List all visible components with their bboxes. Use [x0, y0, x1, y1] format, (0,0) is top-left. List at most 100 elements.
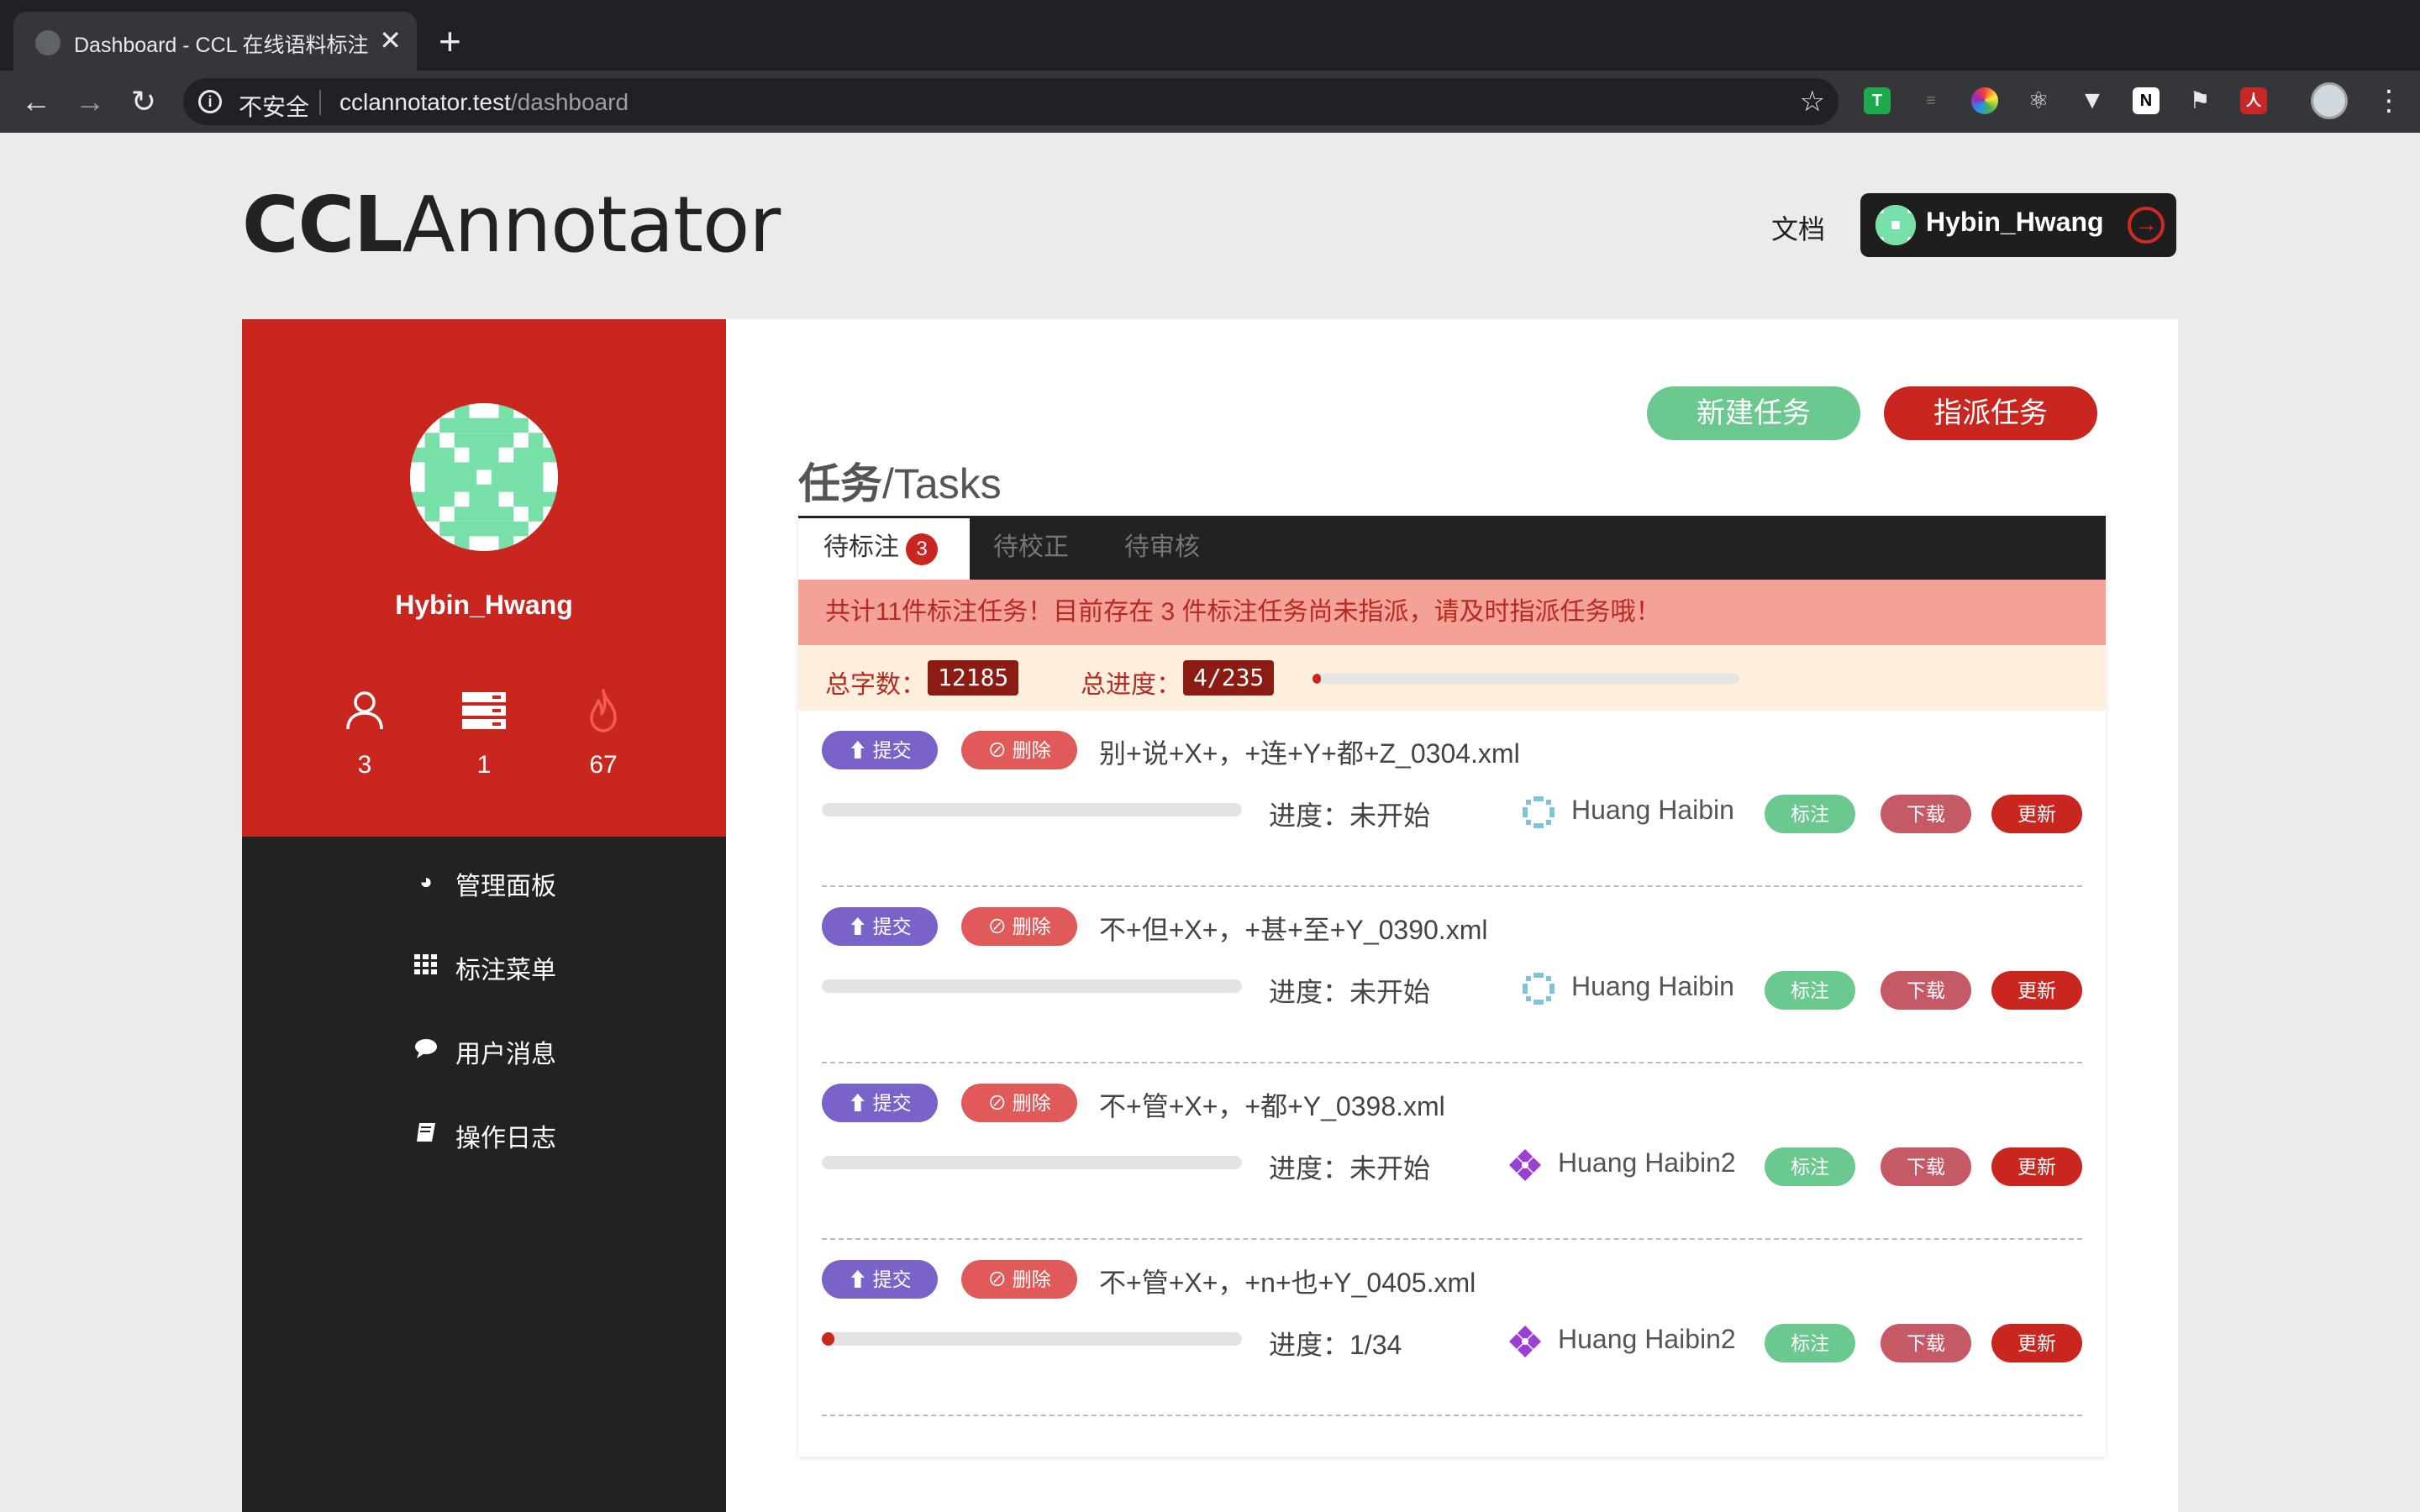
- task-progress-bar: [822, 803, 1242, 816]
- main-panel: 新建任务 指派任务 任务/Tasks 待标注 3 待校正 待审核 共计11件标注…: [726, 319, 2178, 1512]
- task-file-name: 不+但+X+，+甚+至+Y_0390.xml: [1099, 915, 1488, 945]
- delete-button[interactable]: ⊘ 删除: [961, 907, 1077, 946]
- globe-icon: [35, 30, 60, 55]
- forward-icon[interactable]: →: [71, 82, 109, 121]
- assignee-name: Huang Haibin: [1571, 971, 1734, 1001]
- assign-task-button[interactable]: 指派任务: [1884, 386, 2097, 440]
- total-chars-label: 总字数：: [825, 671, 926, 699]
- comment-icon: [413, 1037, 439, 1062]
- color-picker-extension-icon[interactable]: [1971, 87, 1998, 114]
- annotate-button[interactable]: 标注: [1765, 1147, 1855, 1186]
- user-icon: [346, 691, 383, 730]
- row-divider: [822, 1415, 2082, 1416]
- pdf-extension-icon[interactable]: 人: [2240, 87, 2267, 114]
- task-progress-bar: [822, 1332, 1242, 1346]
- bookmark-star-icon[interactable]: ☆: [1800, 85, 1825, 118]
- browser-toolbar: ← → ↻ i 不安全 cclannotator.test/dashboard …: [0, 71, 2420, 133]
- reload-icon[interactable]: ↻: [124, 82, 163, 121]
- submit-button[interactable]: ⬆ 提交: [822, 731, 938, 769]
- download-button[interactable]: 下载: [1881, 795, 1971, 833]
- url-host: cclannotator.test: [339, 89, 511, 115]
- task-row: ⬆ 提交 ⊘ 删除 不+管+X+，+n+也+Y_0405.xml 进度：1/34…: [798, 1240, 2106, 1416]
- address-bar[interactable]: i 不安全 cclannotator.test/dashboard ☆: [183, 78, 1839, 125]
- docs-link[interactable]: 文档: [1771, 208, 1825, 247]
- download-button[interactable]: 下载: [1881, 1147, 1971, 1186]
- server-icon: [462, 692, 506, 729]
- task-progress-bar: [822, 979, 1242, 993]
- total-progress-label: 总进度：: [1081, 671, 1181, 699]
- download-button[interactable]: 下载: [1881, 971, 1971, 1010]
- logout-icon[interactable]: →: [2128, 207, 2165, 244]
- task-file-name: 不+管+X+，+n+也+Y_0405.xml: [1099, 1268, 1476, 1298]
- fire-icon: [590, 689, 617, 732]
- dashboard-icon: ◕: [419, 869, 433, 894]
- info-icon[interactable]: i: [198, 90, 222, 113]
- delete-button[interactable]: ⊘ 删除: [961, 731, 1077, 769]
- sidebar-item-messages[interactable]: 用户消息: [413, 1028, 666, 1070]
- task-progress-text: 进度：未开始: [1269, 801, 1431, 831]
- new-tab-button[interactable]: +: [439, 18, 461, 64]
- update-button[interactable]: 更新: [1991, 1324, 2082, 1362]
- insecure-label[interactable]: 不安全: [239, 89, 309, 123]
- stat-servers: 1: [434, 687, 534, 780]
- tab-label: 待标注: [823, 533, 899, 561]
- update-button[interactable]: 更新: [1991, 971, 2082, 1010]
- submit-button[interactable]: ⬆ 提交: [822, 907, 938, 946]
- tampermonkey-extension-icon[interactable]: T: [1864, 87, 1891, 114]
- react-devtools-icon[interactable]: ⚛: [2025, 87, 2052, 114]
- task-progress-text: 进度：未开始: [1269, 1153, 1431, 1184]
- stat-fire: 67: [553, 687, 654, 780]
- sidebar-item-dashboard[interactable]: ◕ 管理面板: [413, 860, 666, 902]
- alert-message: 共计11件标注任务！目前存在 3 件标注任务尚未指派，请及时指派任务哦！: [798, 580, 2106, 645]
- logo-rest: Annotator: [402, 180, 781, 270]
- user-menu-pill[interactable]: Hybin_Hwang →: [1860, 193, 2176, 257]
- total-progress-value: 4/235: [1183, 660, 1275, 696]
- browser-tab[interactable]: Dashboard - CCL 在线语料标注... ✕: [13, 12, 417, 71]
- url-text[interactable]: cclannotator.test/dashboard: [339, 89, 629, 116]
- assignee-identicon-icon: [1509, 1149, 1541, 1181]
- logo-bold: CCL: [242, 180, 403, 270]
- omnibox-divider: [319, 90, 321, 115]
- annotate-button[interactable]: 标注: [1765, 971, 1855, 1010]
- delete-button[interactable]: ⊘ 删除: [961, 1084, 1077, 1122]
- sidebar-item-label: 管理面板: [455, 873, 556, 900]
- task-progress-text: 进度：1/34: [1269, 1330, 1402, 1360]
- task-row: ⬆ 提交 ⊘ 删除 不+管+X+，+都+Y_0398.xml 进度：未开始 Hu…: [798, 1063, 2106, 1240]
- url-path: /dashboard: [510, 89, 629, 115]
- grid-icon: [413, 953, 439, 978]
- assignee-name: Huang Haibin: [1571, 795, 1734, 825]
- tab-pending-review[interactable]: 待审核: [1124, 516, 1200, 580]
- count-badge: 3: [906, 533, 938, 565]
- tab-pending-annotation[interactable]: 待标注 3: [798, 516, 970, 580]
- task-file-name: 不+管+X+，+都+Y_0398.xml: [1099, 1091, 1445, 1121]
- header-user-name: Hybin_Hwang: [1926, 207, 2104, 237]
- delete-button[interactable]: ⊘ 删除: [961, 1260, 1077, 1299]
- sidebar-item-logs[interactable]: 操作日志: [413, 1112, 666, 1154]
- bookmark-extension-icon[interactable]: ⚑: [2186, 87, 2213, 114]
- new-task-button[interactable]: 新建任务: [1647, 386, 1860, 440]
- sidebar-user-name: Hybin_Hwang: [395, 590, 573, 620]
- annotate-button[interactable]: 标注: [1765, 1324, 1855, 1362]
- grey-extension-icon[interactable]: ≡: [1918, 87, 1944, 114]
- update-button[interactable]: 更新: [1991, 1147, 2082, 1186]
- close-tab-icon[interactable]: ✕: [379, 24, 402, 57]
- sidebar-item-annotation-menu[interactable]: 标注菜单: [413, 944, 666, 986]
- total-chars-value: 12185: [928, 660, 1019, 696]
- sidebar-item-label: 操作日志: [455, 1125, 556, 1152]
- update-button[interactable]: 更新: [1991, 795, 2082, 833]
- notion-extension-icon[interactable]: N: [2133, 87, 2160, 114]
- task-tabs: 待标注 3 待校正 待审核: [798, 516, 2106, 580]
- book-icon: [413, 1121, 439, 1146]
- submit-button[interactable]: ⬆ 提交: [822, 1084, 938, 1122]
- download-button[interactable]: 下载: [1881, 1324, 1971, 1362]
- vue-devtools-icon[interactable]: ▼: [2079, 87, 2106, 114]
- back-icon[interactable]: ←: [17, 82, 55, 121]
- tab-pending-correction[interactable]: 待校正: [993, 516, 1069, 580]
- site-logo[interactable]: CCLAnnotator: [242, 180, 781, 270]
- annotate-button[interactable]: 标注: [1765, 795, 1855, 833]
- stat-fire-value: 67: [589, 751, 618, 779]
- submit-button[interactable]: ⬆ 提交: [822, 1260, 938, 1299]
- browser-menu-icon[interactable]: ⋮: [2375, 82, 2403, 119]
- sidebar-item-label: 用户消息: [455, 1041, 556, 1068]
- profile-avatar[interactable]: [2311, 82, 2348, 119]
